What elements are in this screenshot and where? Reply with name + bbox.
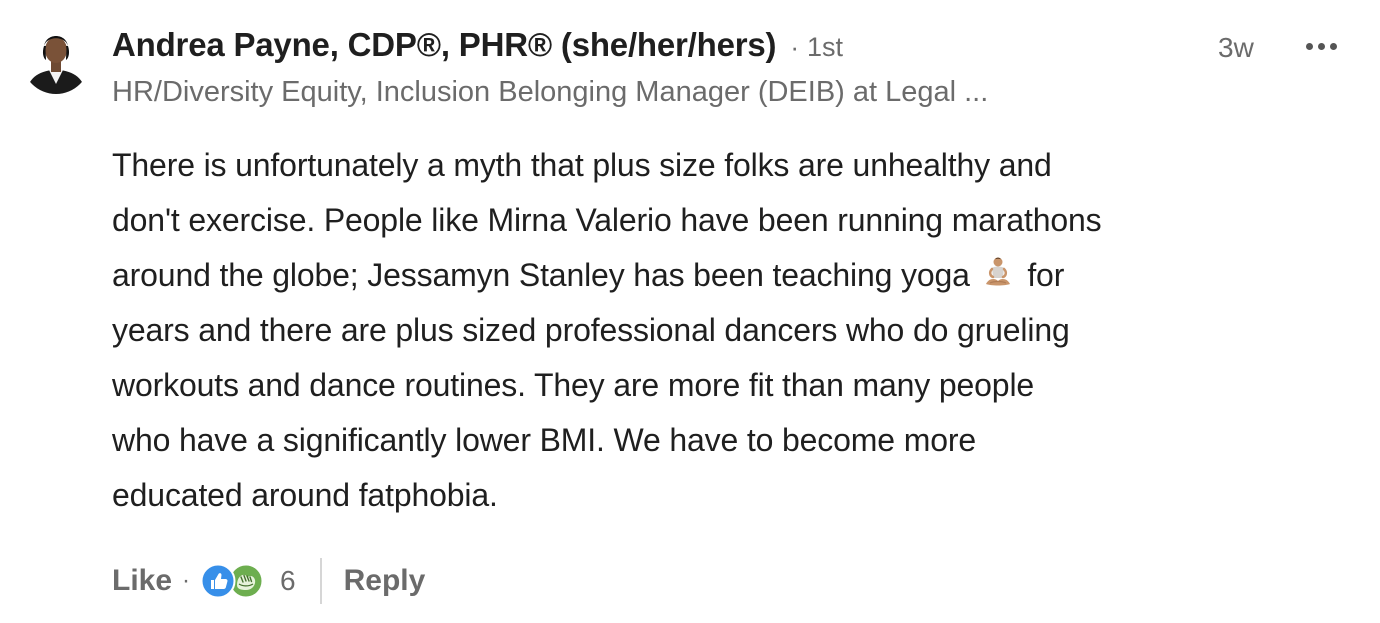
more-options-button[interactable] — [1298, 26, 1344, 66]
action-separator: · — [182, 567, 191, 594]
comment-line: don't exercise. People like Mirna Valeri… — [112, 202, 1102, 238]
comment-line-text: around the globe; Jessamyn Stanley has b… — [112, 257, 979, 293]
more-options-icon — [1305, 42, 1313, 50]
comment-header: Andrea Payne, CDP®, PHR® (she/her/hers) … — [112, 26, 1362, 109]
comment-line: workouts and dance routines. They are mo… — [112, 367, 1035, 403]
reaction-count[interactable]: 6 — [280, 565, 296, 597]
author-name[interactable]: Andrea Payne, CDP®, PHR® (she/her/hers) — [112, 26, 777, 64]
comment-line: who have a significantly lower BMI. We h… — [112, 422, 977, 458]
yoga-person-icon — [981, 256, 1015, 290]
reactions-summary[interactable] — [200, 561, 272, 601]
comment-timestamp: 3w — [1218, 32, 1254, 63]
author-headline: HR/Diversity Equity, Inclusion Belonging… — [112, 76, 989, 108]
comment-line: around the globe; Jessamyn Stanley has b… — [112, 248, 1374, 303]
like-button[interactable]: Like — [112, 564, 172, 598]
more-options-icon-dot — [1329, 42, 1337, 50]
comment-line: There is unfortunately a myth that plus … — [112, 147, 1052, 183]
comment-line: years and there are plus sized professio… — [112, 312, 1070, 348]
author-name-row: Andrea Payne, CDP®, PHR® (she/her/hers) … — [112, 26, 1362, 74]
comment-line-text: for — [1018, 257, 1065, 293]
comment-line: educated around fatphobia. — [112, 477, 498, 513]
like-reaction-icon — [200, 563, 236, 599]
connection-separator: · — [790, 32, 800, 62]
reply-button[interactable]: Reply — [344, 564, 426, 598]
comment-actions: Like · 6 Reply — [112, 556, 425, 606]
author-avatar[interactable] — [22, 26, 90, 94]
more-options-icon-dot — [1317, 42, 1325, 50]
comment-body: There is unfortunately a myth that plus … — [112, 138, 1374, 523]
actions-divider — [319, 558, 322, 604]
connection-degree: 1st — [807, 32, 844, 62]
